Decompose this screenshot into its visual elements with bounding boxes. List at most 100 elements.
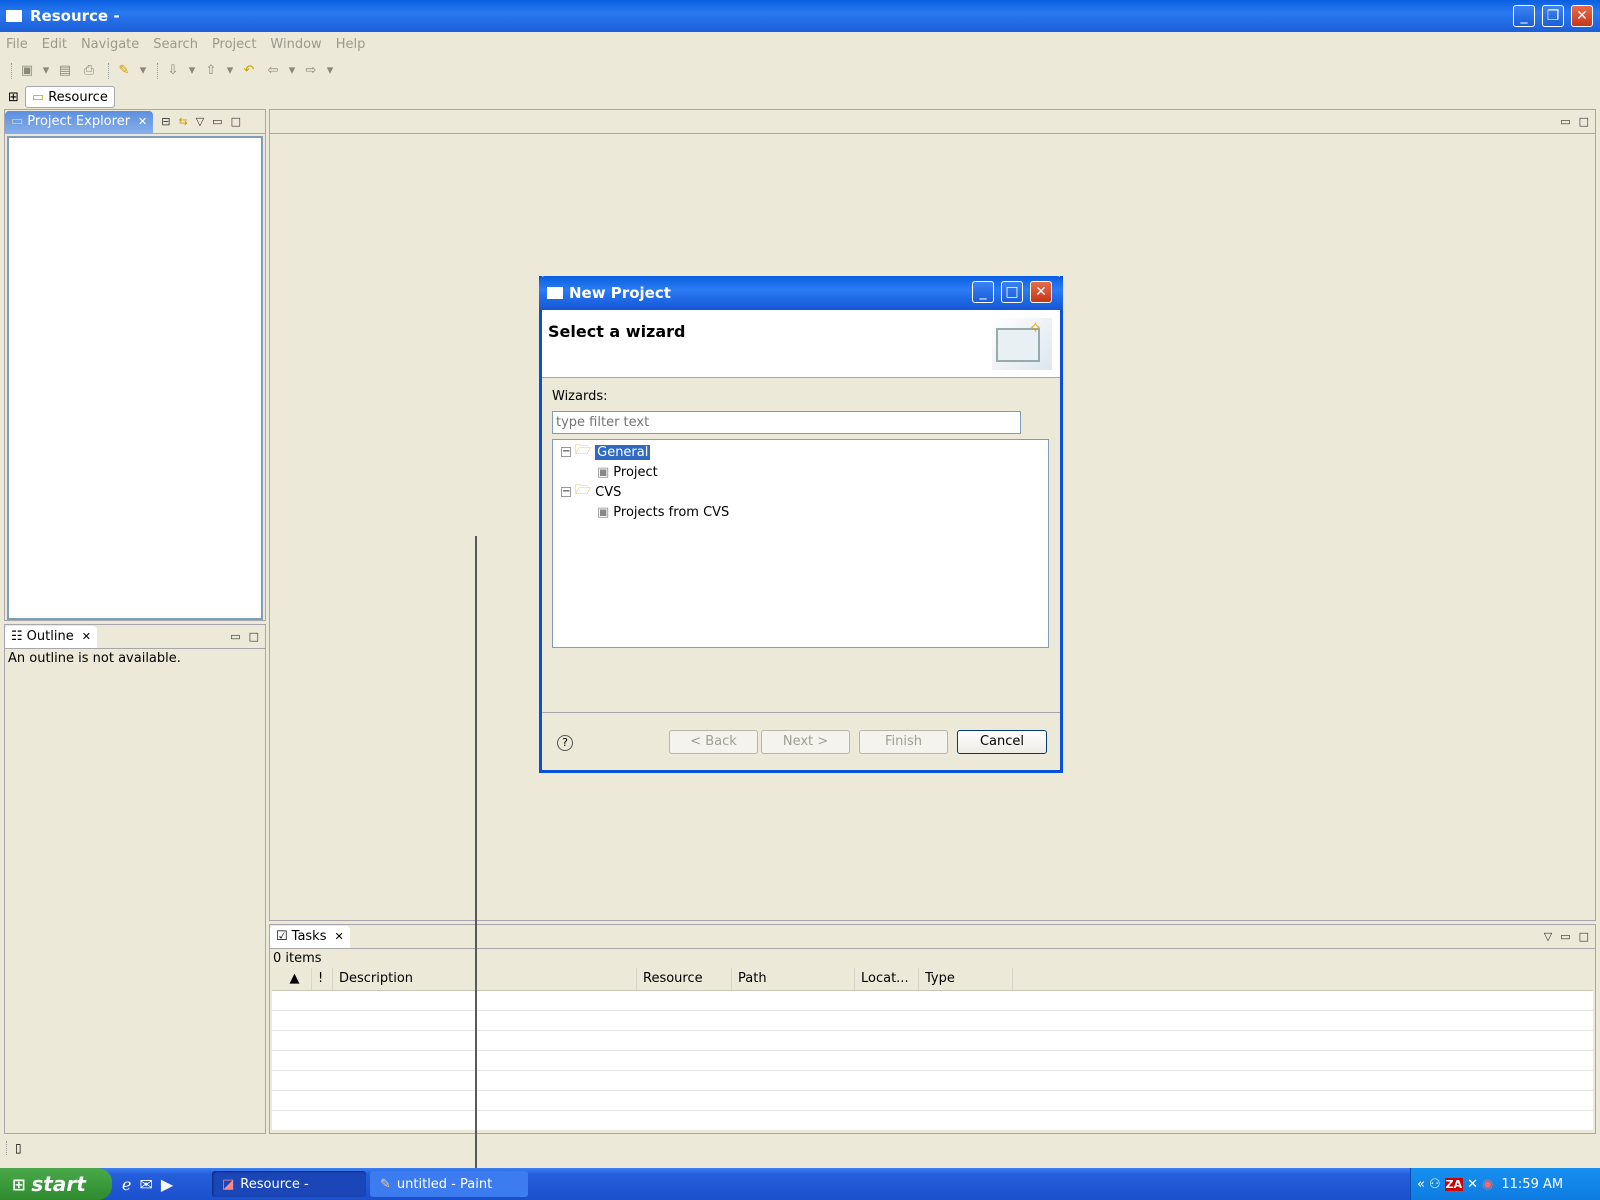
dialog-minimize-button[interactable]: _ [972,281,994,303]
last-edit-icon[interactable]: ↶ [239,62,259,80]
wand-dropdown-icon[interactable]: ▾ [138,62,148,80]
collapse-all-icon[interactable]: ⊟ [161,115,170,128]
menu-navigate[interactable]: Navigate [81,37,139,52]
wand-icon[interactable]: ✎ [114,62,134,80]
volume-icon[interactable]: ✕ [1467,1177,1478,1192]
finish-button[interactable]: Finish [859,730,948,754]
tab-outline[interactable]: ☷ Outline ✕ [5,625,97,648]
view-menu-icon[interactable]: ▽ [196,115,204,128]
menu-search[interactable]: Search [153,37,198,52]
view-maximize-icon[interactable]: □ [231,115,241,128]
column-resource[interactable]: Resource [637,968,732,990]
clock: 11:59 AM [1501,1176,1564,1192]
network-icon[interactable]: ⚇ [1429,1177,1441,1192]
view-minimize-icon[interactable]: ▭ [230,630,240,643]
tab-tasks[interactable]: ☑ Tasks ✕ [270,925,350,948]
dialog-maximize-button[interactable]: □ [1001,281,1023,303]
help-icon[interactable]: ? [557,735,573,751]
zonealarm-icon[interactable]: ZA [1444,1177,1464,1191]
menu-file[interactable]: File [6,37,28,52]
start-label: start [31,1172,86,1196]
perspective-resource[interactable]: ▭ Resource [24,86,115,108]
tasks-table[interactable]: ▲ ! Description Resource Path Locat... T… [272,968,1593,1130]
quick-launch: ℯ ✉ ▶ [122,1172,173,1196]
column-completed[interactable]: ▲ [272,968,312,990]
view-menu-icon[interactable]: ▽ [1544,930,1552,943]
back-button[interactable]: < Back [669,730,758,754]
prev-annotation-dropdown-icon[interactable]: ▾ [225,62,235,80]
new-dropdown-icon[interactable]: ▾ [41,62,51,80]
close-tab-icon[interactable]: ✕ [82,630,91,643]
open-perspective-icon[interactable]: ⊞ [8,90,19,105]
column-location[interactable]: Locat... [855,968,919,990]
wizard-tree[interactable]: − 🗁 General ▣ Project − 🗁 CVS ▣ Projects… [552,439,1049,648]
print-icon[interactable]: ⎙ [79,62,99,80]
tray-expand-icon[interactable]: « [1417,1177,1425,1192]
view-minimize-icon[interactable]: ▭ [212,115,222,128]
close-button[interactable]: ✕ [1571,5,1593,27]
tab-project-explorer[interactable]: ▭ Project Explorer ✕ [5,110,154,133]
menubar: File Edit Navigate Search Project Window… [0,32,1600,56]
view-maximize-icon[interactable]: □ [1579,930,1589,943]
menu-window[interactable]: Window [270,37,321,52]
view-minimize-icon[interactable]: ▭ [1560,930,1570,943]
fast-view-icon[interactable]: ▯ [6,1141,22,1155]
outlook-icon[interactable]: ✉ [139,1175,152,1194]
column-type[interactable]: Type [919,968,1013,990]
save-icon[interactable]: ▤ [55,62,75,80]
cancel-button[interactable]: Cancel [957,730,1047,754]
cvs-wizard-icon: ▣ [597,504,610,520]
tree-item-cvs[interactable]: − 🗁 CVS [561,482,621,502]
taskbar-item-label: Resource - [240,1176,309,1192]
dialog-header: Select a wizard ✧ [542,310,1060,378]
project-explorer-tree[interactable] [7,136,263,620]
filter-input[interactable] [552,411,1021,434]
antivirus-icon[interactable]: ◉ [1482,1177,1493,1192]
dialog-close-button[interactable]: ✕ [1030,281,1052,303]
forward-dropdown-icon[interactable]: ▾ [325,62,335,80]
system-tray: « ⚇ ZA ✕ ◉ 11:59 AM [1410,1168,1600,1200]
internet-explorer-icon[interactable]: ℯ [122,1175,131,1194]
column-path[interactable]: Path [732,968,855,990]
windows-logo-icon: ⊞ [12,1174,26,1194]
collapse-icon[interactable]: − [561,447,571,457]
minimize-button[interactable]: _ [1513,5,1535,27]
menu-edit[interactable]: Edit [42,37,67,52]
wizard-banner-icon: ✧ [992,318,1052,370]
folder-open-icon: 🗁 [575,443,592,458]
back-icon[interactable]: ⇦ [263,62,283,80]
taskbar-item-paint[interactable]: ✎ untitled - Paint [370,1171,528,1197]
tree-item-projects-from-cvs[interactable]: ▣ Projects from CVS [597,502,729,522]
media-player-icon[interactable]: ▶ [161,1175,173,1194]
new-icon[interactable]: ▣ [17,62,37,80]
taskbar-item-resource[interactable]: ◪ Resource - [212,1171,366,1197]
tree-item-project[interactable]: ▣ Project [597,462,658,482]
next-annotation-icon[interactable]: ⇩ [163,62,183,80]
view-maximize-icon[interactable]: □ [249,630,259,643]
menu-help[interactable]: Help [336,37,366,52]
tree-item-general[interactable]: − 🗁 General [561,442,651,462]
table-row [272,1051,1593,1071]
link-editor-icon[interactable]: ⇆ [178,115,187,128]
view-minimize-icon[interactable]: ▭ [1560,115,1570,128]
close-tab-icon[interactable]: ✕ [335,930,344,943]
next-button[interactable]: Next > [761,730,850,754]
tasks-view: ☑ Tasks ✕ ▽ ▭ □ 0 items ▲ ! Description … [269,924,1596,1134]
collapse-icon[interactable]: − [561,487,571,497]
tree-label: Projects from CVS [613,504,730,520]
column-description[interactable]: Description [333,968,637,990]
tree-label: CVS [595,484,622,500]
start-button[interactable]: ⊞ start [0,1168,112,1200]
view-maximize-icon[interactable]: □ [1579,115,1589,128]
back-dropdown-icon[interactable]: ▾ [287,62,297,80]
project-explorer-label: Project Explorer [27,114,131,129]
prev-annotation-icon[interactable]: ⇧ [201,62,221,80]
column-priority[interactable]: ! [312,968,333,990]
maximize-button[interactable]: ❐ [1542,5,1564,27]
next-annotation-dropdown-icon[interactable]: ▾ [187,62,197,80]
forward-icon[interactable]: ⇨ [301,62,321,80]
table-row [272,1031,1593,1051]
table-row [272,991,1593,1011]
menu-project[interactable]: Project [212,37,256,52]
close-tab-icon[interactable]: ✕ [138,115,147,128]
